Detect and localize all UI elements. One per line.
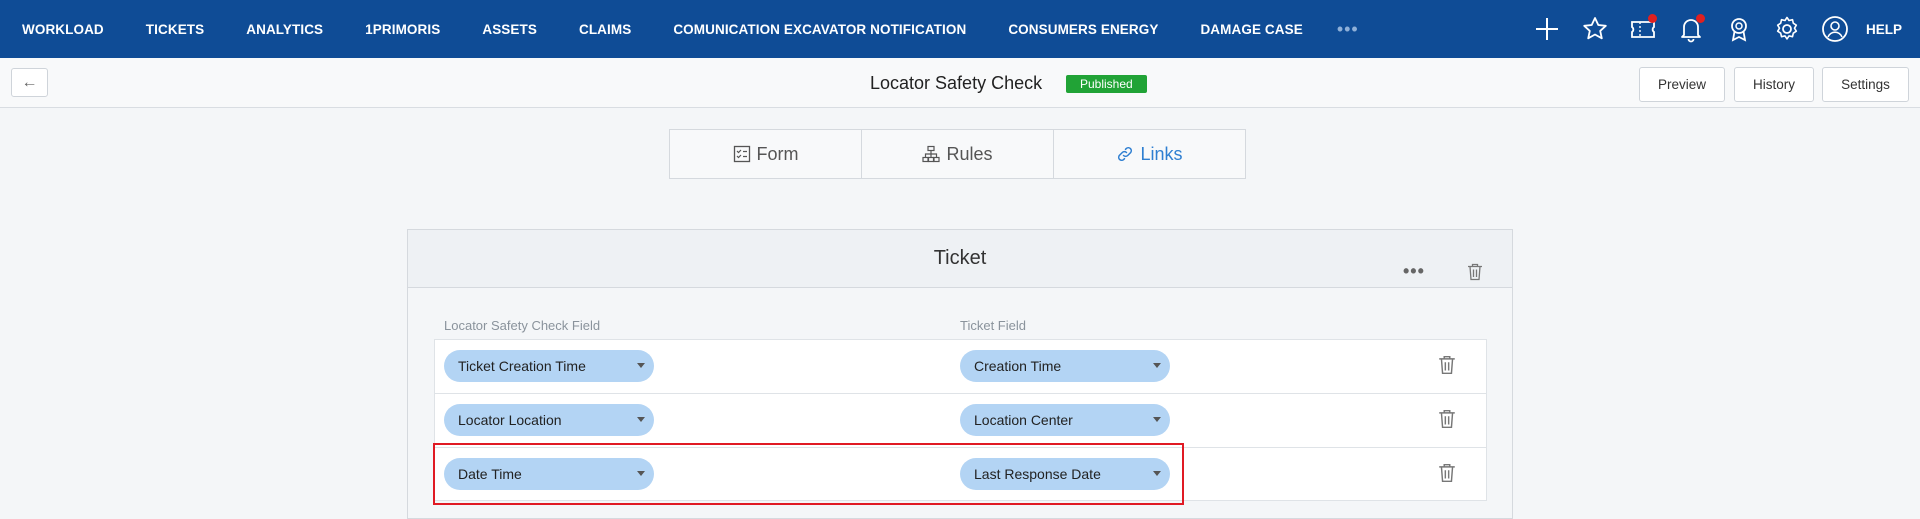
nav-item-tickets[interactable]: TICKETS	[146, 22, 204, 37]
ticket-icon[interactable]	[1628, 14, 1658, 44]
link-rows: Ticket Creation Time Creation Time Locat…	[434, 339, 1487, 501]
top-navigation-bar: WORKLOAD TICKETS ANALYTICS 1PRIMORIS ASS…	[0, 0, 1920, 58]
caret-down-icon	[637, 417, 645, 422]
page-header-bar: ← Locator Safety Check Published Preview…	[0, 58, 1920, 108]
left-column-label: Locator Safety Check Field	[444, 318, 601, 333]
caret-down-icon	[1153, 471, 1161, 476]
help-link[interactable]: HELP	[1866, 22, 1902, 37]
editor-tabs: Form Rules Links	[669, 129, 1246, 179]
target-field-value: Creation Time	[974, 358, 1062, 374]
status-badge: Published	[1066, 75, 1147, 93]
history-button-label: History	[1752, 77, 1795, 92]
caret-down-icon	[637, 471, 645, 476]
trash-icon	[1439, 409, 1455, 429]
nav-item-consumers-energy[interactable]: CONSUMERS ENERGY	[1008, 22, 1158, 37]
notification-dot	[1695, 14, 1705, 23]
row-delete-button[interactable]	[1438, 463, 1456, 488]
preview-button-label: Preview	[1657, 77, 1706, 92]
nav-item-assets[interactable]: ASSETS	[482, 22, 537, 37]
caret-down-icon	[637, 363, 645, 368]
card-title: Ticket	[933, 247, 987, 269]
arrow-left-icon: ←	[21, 73, 38, 91]
link-icon	[1118, 146, 1133, 162]
tab-form-label: Form	[756, 143, 799, 164]
settings-button-label: Settings	[1841, 77, 1890, 92]
card-delete-button[interactable]	[1467, 263, 1483, 286]
source-field-dropdown[interactable]: Date Time	[444, 458, 654, 490]
star-icon[interactable]	[1580, 14, 1610, 44]
caret-down-icon	[1153, 417, 1161, 422]
nav-icon-group: HELP	[1514, 0, 1920, 58]
add-icon[interactable]	[1532, 14, 1562, 44]
card-more-options-button[interactable]: •••	[1403, 261, 1425, 282]
nav-item-1primoris[interactable]: 1PRIMORIS	[365, 22, 440, 37]
notification-dot	[1647, 14, 1657, 23]
tab-rules[interactable]: Rules	[862, 130, 1054, 178]
link-row: Ticket Creation Time Creation Time	[434, 339, 1487, 393]
trash-icon	[1439, 463, 1455, 483]
bell-icon[interactable]	[1676, 14, 1706, 44]
nav-more-menu[interactable]: •••	[1337, 19, 1359, 40]
tab-links[interactable]: Links	[1054, 130, 1245, 178]
card-header: Ticket •••	[408, 230, 1512, 288]
tab-links-label: Links	[1140, 143, 1183, 164]
source-field-dropdown[interactable]: Ticket Creation Time	[444, 350, 654, 382]
row-delete-button[interactable]	[1438, 409, 1456, 434]
page-title: Locator Safety Check	[870, 73, 1043, 93]
link-card-ticket: Ticket ••• Locator Safety Check Field Ti…	[407, 229, 1513, 519]
tab-form[interactable]: Form	[670, 130, 862, 178]
source-field-value: Locator Location	[458, 412, 562, 428]
nav-item-analytics[interactable]: ANALYTICS	[246, 22, 323, 37]
nav-item-comunication-excavator-notification[interactable]: COMUNICATION EXCAVATOR NOTIFICATION	[673, 22, 966, 37]
nav-item-workload[interactable]: WORKLOAD	[22, 22, 104, 37]
tab-rules-label: Rules	[946, 143, 993, 164]
nav-item-damage-case[interactable]: DAMAGE CASE	[1200, 22, 1302, 37]
history-button[interactable]: History	[1734, 67, 1814, 102]
trash-icon	[1468, 263, 1482, 281]
user-account-icon[interactable]	[1820, 14, 1850, 44]
link-row: Date Time Last Response Date	[434, 447, 1487, 501]
settings-button[interactable]: Settings	[1822, 67, 1909, 102]
link-row: Locator Location Location Center	[434, 393, 1487, 447]
trash-icon	[1439, 355, 1455, 375]
nav-item-claims[interactable]: CLAIMS	[579, 22, 631, 37]
form-icon	[733, 145, 750, 163]
target-field-value: Last Response Date	[974, 466, 1101, 482]
source-field-value: Ticket Creation Time	[458, 358, 586, 374]
source-field-value: Date Time	[458, 466, 522, 482]
target-field-value: Location Center	[974, 412, 1073, 428]
preview-button[interactable]: Preview	[1639, 67, 1725, 102]
hierarchy-icon	[922, 145, 941, 163]
right-column-label: Ticket Field	[960, 318, 1026, 333]
row-delete-button[interactable]	[1438, 355, 1456, 380]
target-field-dropdown[interactable]: Creation Time	[960, 350, 1170, 382]
target-field-dropdown[interactable]: Last Response Date	[960, 458, 1170, 490]
award-icon[interactable]	[1724, 14, 1754, 44]
source-field-dropdown[interactable]: Locator Location	[444, 404, 654, 436]
back-button[interactable]: ←	[11, 68, 48, 97]
caret-down-icon	[1153, 363, 1161, 368]
gear-icon[interactable]	[1772, 14, 1802, 44]
target-field-dropdown[interactable]: Location Center	[960, 404, 1170, 436]
